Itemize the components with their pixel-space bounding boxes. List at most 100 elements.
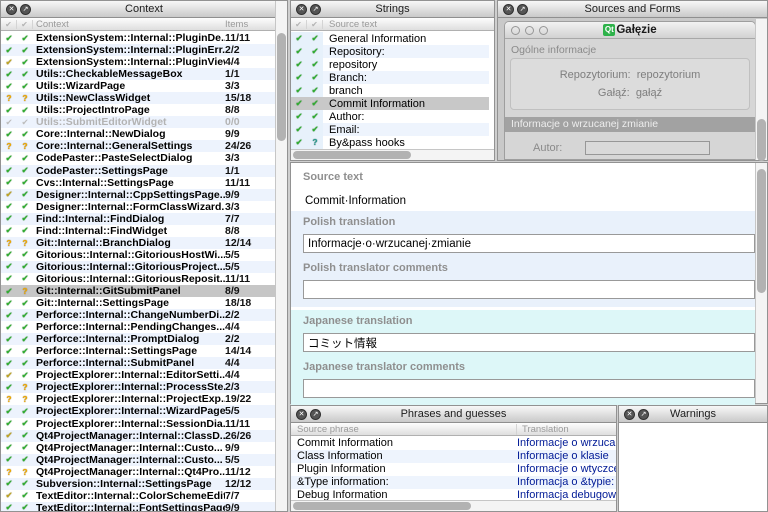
context-row[interactable]: ??Git::Internal::BranchDialog12/14 xyxy=(1,237,275,249)
context-row[interactable]: ✔✔ExtensionSystem::Internal::PluginErr..… xyxy=(1,44,275,56)
context-row[interactable]: ✔✔Perforce::Internal::SubmitPanel4/4 xyxy=(1,357,275,369)
string-row[interactable]: ✔✔Repository: xyxy=(291,45,489,58)
polish-comments-input[interactable] xyxy=(303,280,755,299)
context-status-icon: ✔ xyxy=(1,129,17,140)
context-row[interactable]: ✔✔TextEditor::Internal::FontSettingsPage… xyxy=(1,502,275,511)
string-row[interactable]: ✔✔branch xyxy=(291,84,489,97)
scrollbar-thumb[interactable] xyxy=(757,119,766,161)
context-name: Utils::NewClassWidget xyxy=(33,92,225,104)
context-row[interactable]: ✔✔Designer::Internal::CppSettingsPage...… xyxy=(1,189,275,201)
items-count: 12/14 xyxy=(225,237,275,249)
context-row[interactable]: ✔✔Qt4ProjectManager::Internal::Custo...5… xyxy=(1,454,275,466)
context-vertical-scrollbar[interactable] xyxy=(275,1,287,511)
translation-status-icon: ✔ xyxy=(17,334,33,345)
form-preview-window: Qt Gałęzie Ogólne informacje Repozytoriu… xyxy=(504,21,756,160)
context-row[interactable]: ✔✔Find::Internal::FindWidget8/8 xyxy=(1,225,275,237)
phrase-row[interactable]: Class InformationInformacje o klasie xyxy=(291,450,616,463)
context-row[interactable]: ✔✔ProjectExplorer::Internal::EditorSetti… xyxy=(1,369,275,381)
context-row[interactable]: ✔✔Perforce::Internal::PromptDialog2/2 xyxy=(1,333,275,345)
string-row[interactable]: ✔?By&pass hooks xyxy=(291,136,489,149)
context-row[interactable]: ✔✔Gitorious::Internal::GitoriousHostWi..… xyxy=(1,249,275,261)
items-count: 7/7 xyxy=(225,213,275,225)
context-name: Qt4ProjectManager::Internal::Custo... xyxy=(33,454,225,466)
context-row[interactable]: ✔?Git::Internal::GitSubmitPanel8/9 xyxy=(1,285,275,297)
context-row[interactable]: ✔✔Qt4ProjectManager::Internal::ClassD..2… xyxy=(1,430,275,442)
context-row[interactable]: ✔✔Perforce::Internal::SettingsPage14/14 xyxy=(1,345,275,357)
context-name: Perforce::Internal::PendingChanges... xyxy=(33,321,225,333)
string-row[interactable]: ✔✔Author: xyxy=(291,110,489,123)
context-status-icon: ✔ xyxy=(1,33,17,44)
context-status-icon: ✔ xyxy=(1,442,17,453)
translation-column-header[interactable]: Translation xyxy=(517,424,616,435)
context-status-icon: ✔ xyxy=(1,105,17,116)
repository-line: Repozytorium: repozytorium xyxy=(511,69,749,81)
context-row[interactable]: ✔✔Find::Internal::FindDialog7/7 xyxy=(1,213,275,225)
translation-status-icon: ✔ xyxy=(17,502,33,511)
strings-titlebar: ✕ ↗ Strings xyxy=(291,1,494,18)
items-count: 8/8 xyxy=(225,225,275,237)
phrases-horizontal-scrollbar[interactable] xyxy=(291,500,616,511)
context-row[interactable]: ✔?ProjectExplorer::Internal::ProcessSte.… xyxy=(1,381,275,393)
context-row[interactable]: ✔✔Perforce::Internal::ChangeNumberDi..2/… xyxy=(1,309,275,321)
form-preview-titlebar: Qt Gałęzie xyxy=(505,22,755,39)
source-text-column-header[interactable]: Source text xyxy=(323,19,494,30)
context-status-icon: ✔ xyxy=(1,225,17,236)
context-list-header[interactable]: ✔ ✔ Context Items xyxy=(1,18,287,31)
context-row[interactable]: ✔✔Cvs::Internal::SettingsPage11/11 xyxy=(1,177,275,189)
context-row[interactable]: ✔✔Git::Internal::SettingsPage18/18 xyxy=(1,297,275,309)
context-row[interactable]: ✔✔Qt4ProjectManager::Internal::Custo...9… xyxy=(1,442,275,454)
context-row[interactable]: ✔✔Subversion::Internal::SettingsPage12/1… xyxy=(1,478,275,490)
items-count: 4/4 xyxy=(225,369,275,381)
context-row[interactable]: ✔✔ProjectExplorer::Internal::WizardPage5… xyxy=(1,405,275,417)
phrases-list-header[interactable]: Source phrase Translation xyxy=(291,423,616,436)
context-row[interactable]: ✔✔Utils::WizardPage3/3 xyxy=(1,80,275,92)
source-phrase-column-header[interactable]: Source phrase xyxy=(297,424,517,435)
polish-translation-input[interactable] xyxy=(303,234,755,253)
scrollbar-thumb[interactable] xyxy=(293,502,471,510)
check-column-icon: ✔ xyxy=(1,20,17,29)
scrollbar-thumb[interactable] xyxy=(293,151,411,159)
phrase-row[interactable]: Commit InformationInformacje o wrzucan xyxy=(291,437,616,450)
context-row[interactable]: ✔✔Core::Internal::NewDialog9/9 xyxy=(1,128,275,140)
items-column-header[interactable]: Items xyxy=(225,19,275,30)
string-row[interactable]: ✔✔Email: xyxy=(291,123,489,136)
string-row[interactable]: ✔✔repository xyxy=(291,58,489,71)
phrase-row[interactable]: Plugin InformationInformacje o wtyczce xyxy=(291,463,616,476)
context-row[interactable]: ✔✔Utils::ProjectIntroPage8/8 xyxy=(1,104,275,116)
context-status-icon: ✔ xyxy=(1,310,17,321)
japanese-comments-input[interactable] xyxy=(303,379,755,398)
acceptance-status-icon: ✔ xyxy=(291,32,307,45)
context-row[interactable]: ✔✔ExtensionSystem::Internal::PluginView4… xyxy=(1,56,275,68)
context-row[interactable]: ✔✔Gitorious::Internal::GitoriousReposit.… xyxy=(1,273,275,285)
context-row[interactable]: ✔✔CodePaster::PasteSelectDialog3/3 xyxy=(1,152,275,164)
context-row[interactable]: ✔✔ProjectExplorer::Internal::SessionDia.… xyxy=(1,418,275,430)
branch-line: Gałąź: gałąź xyxy=(511,87,749,99)
string-row[interactable]: ✔✔General Information xyxy=(291,32,489,45)
strings-list-header[interactable]: ✔ ✔ Source text xyxy=(291,18,494,31)
context-row[interactable]: ✔✔Utils::SubmitEditorWidget0/0 xyxy=(1,116,275,128)
context-name: Core::Internal::NewDialog xyxy=(33,128,225,140)
context-row[interactable]: ✔✔Utils::CheckableMessageBox1/1 xyxy=(1,68,275,80)
string-row[interactable]: ✔✔Commit Information xyxy=(291,97,489,110)
context-row[interactable]: ✔✔Gitorious::Internal::GitoriousProject.… xyxy=(1,261,275,273)
sources-vertical-scrollbar[interactable] xyxy=(755,19,767,160)
context-row[interactable]: ✔✔CodePaster::SettingsPage1/1 xyxy=(1,165,275,177)
context-row[interactable]: ??ProjectExplorer::Internal::ProjectExp.… xyxy=(1,393,275,405)
context-row[interactable]: ✔✔TextEditor::Internal::ColorSchemeEdit7… xyxy=(1,490,275,502)
context-row[interactable]: ✔✔Perforce::Internal::PendingChanges...4… xyxy=(1,321,275,333)
phrase-row[interactable]: Debug InformationInformacja debugow xyxy=(291,489,616,500)
japanese-translation-input[interactable] xyxy=(303,333,755,352)
context-row[interactable]: ??Qt4ProjectManager::Internal::Qt4Pro..1… xyxy=(1,466,275,478)
context-row[interactable]: ??Utils::NewClassWidget15/18 xyxy=(1,92,275,104)
strings-horizontal-scrollbar[interactable] xyxy=(291,149,494,160)
context-name: Perforce::Internal::ChangeNumberDi.. xyxy=(33,309,225,321)
context-row[interactable]: ??Core::Internal::GeneralSettings24/26 xyxy=(1,140,275,152)
context-column-header[interactable]: Context xyxy=(33,19,225,30)
phrase-row[interactable]: &Type information:Informacja o &typie: xyxy=(291,476,616,489)
scrollbar-thumb[interactable] xyxy=(757,169,766,293)
context-row[interactable]: ✔✔Designer::Internal::FormClassWizard..3… xyxy=(1,201,275,213)
scrollbar-thumb[interactable] xyxy=(277,33,286,141)
string-row[interactable]: ✔✔Branch: xyxy=(291,71,489,84)
editor-vertical-scrollbar[interactable] xyxy=(755,163,767,403)
context-row[interactable]: ✔✔ExtensionSystem::Internal::PluginDe..1… xyxy=(1,32,275,44)
